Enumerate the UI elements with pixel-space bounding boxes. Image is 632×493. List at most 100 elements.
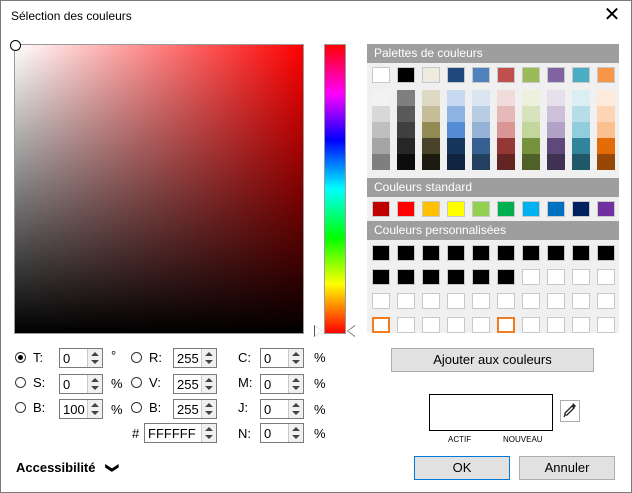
palette-tint-swatch[interactable] [472, 106, 490, 122]
palette-swatch[interactable] [447, 67, 465, 83]
palette-tint-swatch[interactable] [447, 138, 465, 154]
spin-down-icon[interactable] [205, 435, 213, 439]
palette-tint-swatch[interactable] [422, 138, 440, 154]
custom-color-swatch[interactable] [447, 293, 465, 309]
palette-tint-swatch[interactable] [547, 122, 565, 138]
custom-color-swatch[interactable] [522, 317, 540, 333]
spin-down-icon[interactable] [205, 386, 213, 390]
saturation-value[interactable]: 0 [63, 377, 70, 392]
spin-down-icon[interactable] [292, 411, 300, 415]
custom-color-swatch[interactable] [422, 245, 440, 261]
standard-color-swatch[interactable] [422, 201, 440, 217]
palette-tint-swatch[interactable] [497, 122, 515, 138]
custom-color-swatch[interactable] [372, 245, 390, 261]
spin-up-icon[interactable] [205, 403, 213, 407]
palette-tint-swatch[interactable] [572, 138, 590, 154]
custom-color-swatch[interactable] [447, 245, 465, 261]
palette-tint-swatch[interactable] [597, 138, 615, 154]
custom-color-swatch[interactable] [547, 245, 565, 261]
palette-tint-swatch[interactable] [447, 154, 465, 170]
custom-color-swatch[interactable] [447, 317, 465, 333]
eyedropper-button[interactable] [560, 400, 580, 422]
palette-tint-swatch[interactable] [422, 90, 440, 106]
palette-tint-swatch[interactable] [497, 90, 515, 106]
yellow-spinner[interactable]: 0 [260, 399, 304, 419]
spin-up-icon[interactable] [292, 378, 300, 382]
blue-value[interactable]: 255 [177, 402, 199, 417]
custom-color-swatch[interactable] [497, 317, 515, 333]
palette-tint-swatch[interactable] [547, 154, 565, 170]
palette-tint-swatch[interactable] [597, 106, 615, 122]
standard-color-swatch[interactable] [597, 201, 615, 217]
custom-color-swatch[interactable] [597, 269, 615, 285]
palette-tint-swatch[interactable] [422, 106, 440, 122]
brightness-radio[interactable] [15, 402, 26, 413]
custom-color-swatch[interactable] [397, 245, 415, 261]
palette-tint-swatch[interactable] [597, 154, 615, 170]
palette-tint-swatch[interactable] [372, 138, 390, 154]
palette-tint-swatch[interactable] [522, 122, 540, 138]
custom-color-swatch[interactable] [372, 269, 390, 285]
palette-swatch[interactable] [572, 67, 590, 83]
saturation-radio[interactable] [15, 377, 26, 388]
palette-swatch[interactable] [547, 67, 565, 83]
magenta-value[interactable]: 0 [264, 377, 271, 392]
green-spinner[interactable]: 255 [173, 374, 217, 394]
spin-up-icon[interactable] [292, 427, 300, 431]
palette-tint-swatch[interactable] [572, 154, 590, 170]
yellow-value[interactable]: 0 [264, 402, 271, 417]
custom-color-swatch[interactable] [572, 269, 590, 285]
custom-color-swatch[interactable] [472, 293, 490, 309]
red-spinner[interactable]: 255 [173, 348, 217, 368]
custom-color-swatch[interactable] [597, 317, 615, 333]
palette-tint-swatch[interactable] [472, 154, 490, 170]
palette-tint-swatch[interactable] [397, 106, 415, 122]
palette-tint-swatch[interactable] [497, 106, 515, 122]
custom-color-swatch[interactable] [472, 245, 490, 261]
palette-swatch[interactable] [597, 67, 615, 83]
custom-color-swatch[interactable] [572, 317, 590, 333]
custom-color-swatch[interactable] [422, 269, 440, 285]
close-icon[interactable]: ✕ [599, 3, 625, 29]
blue-spinner[interactable]: 255 [173, 399, 217, 419]
cancel-button[interactable]: Annuler [519, 456, 615, 480]
brightness-spinner[interactable]: 100 [59, 399, 103, 419]
spin-up-icon[interactable] [205, 378, 213, 382]
custom-color-swatch[interactable] [422, 317, 440, 333]
palette-tint-swatch[interactable] [522, 154, 540, 170]
palette-tint-swatch[interactable] [372, 154, 390, 170]
palette-tint-swatch[interactable] [472, 138, 490, 154]
custom-color-swatch[interactable] [497, 245, 515, 261]
standard-color-swatch[interactable] [372, 201, 390, 217]
custom-color-swatch[interactable] [472, 317, 490, 333]
custom-color-swatch[interactable] [397, 293, 415, 309]
palette-swatch[interactable] [372, 67, 390, 83]
custom-color-swatch[interactable] [547, 317, 565, 333]
cyan-value[interactable]: 0 [264, 351, 271, 366]
spin-up-icon[interactable] [205, 427, 213, 431]
hue-value[interactable]: 0 [63, 351, 70, 366]
brightness-value[interactable]: 100 [63, 402, 85, 417]
custom-color-swatch[interactable] [522, 269, 540, 285]
standard-color-swatch[interactable] [472, 201, 490, 217]
palette-tint-swatch[interactable] [447, 106, 465, 122]
standard-color-swatch[interactable] [397, 201, 415, 217]
spin-up-icon[interactable] [292, 403, 300, 407]
saturation-brightness-field[interactable] [10, 40, 304, 334]
palette-tint-swatch[interactable] [422, 122, 440, 138]
palette-tint-swatch[interactable] [472, 90, 490, 106]
palette-tint-swatch[interactable] [447, 122, 465, 138]
spin-down-icon[interactable] [205, 411, 213, 415]
custom-color-swatch[interactable] [397, 269, 415, 285]
spin-down-icon[interactable] [292, 360, 300, 364]
spin-down-icon[interactable] [205, 360, 213, 364]
spin-up-icon[interactable] [91, 378, 99, 382]
custom-color-swatch[interactable] [572, 245, 590, 261]
custom-color-swatch[interactable] [497, 293, 515, 309]
black-value[interactable]: 0 [264, 426, 271, 441]
palette-tint-swatch[interactable] [372, 90, 390, 106]
palette-tint-swatch[interactable] [547, 106, 565, 122]
palette-tint-swatch[interactable] [572, 106, 590, 122]
palette-swatch[interactable] [422, 67, 440, 83]
accessibility-toggle[interactable]: Accessibilité ❯ [16, 460, 121, 476]
